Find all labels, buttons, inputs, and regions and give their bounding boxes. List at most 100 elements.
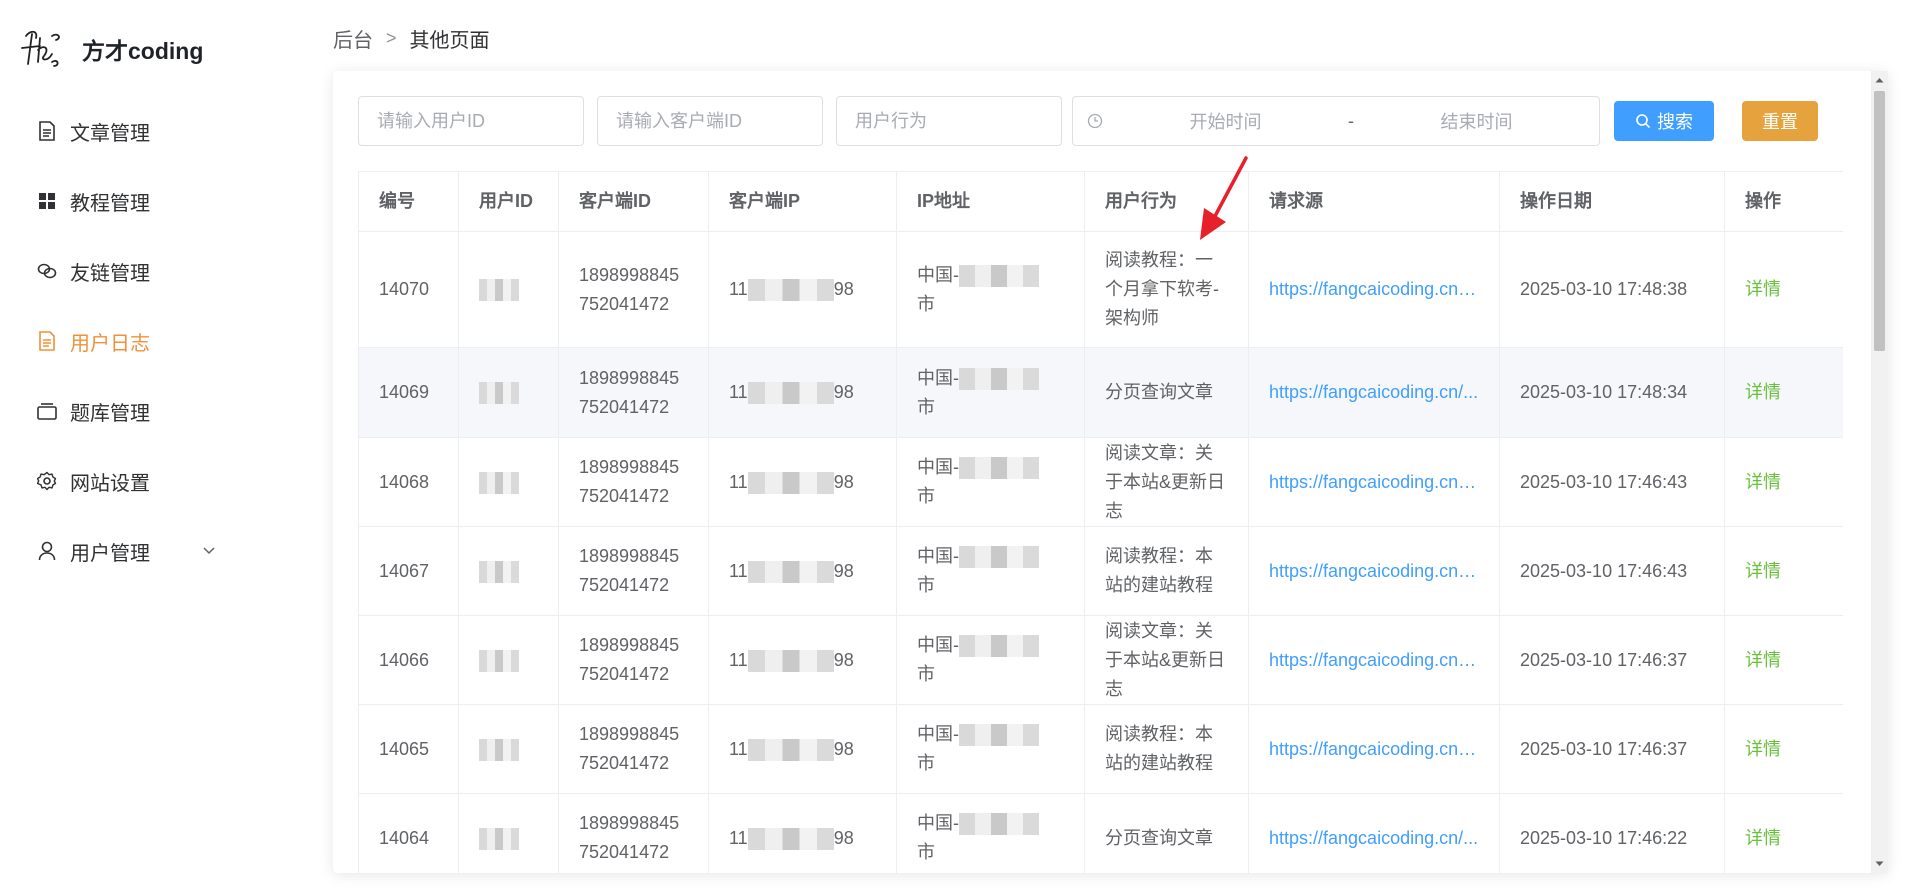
cell-client-ip: 11 98 (708, 347, 897, 438)
sidebar-item-user-management[interactable]: 用户管理 (0, 516, 300, 586)
grid-icon (36, 190, 58, 212)
table-row[interactable]: 14064 1898998845752041472 11 98 中国- 市 分页查询… (358, 793, 1843, 873)
cell-id: 14067 (358, 526, 459, 616)
redacted-block (959, 457, 1039, 480)
location-suffix: 市 (917, 664, 935, 684)
end-time-input[interactable]: 结束时间 (1354, 108, 1599, 134)
cell-date: 2025-03-10 17:48:38 (1499, 231, 1725, 348)
breadcrumb-separator: > (386, 28, 397, 48)
redacted-block (747, 649, 834, 672)
clock-icon (1087, 113, 1103, 129)
redacted-block (479, 738, 519, 761)
scrollbar-thumb[interactable] (1874, 91, 1885, 351)
cell-source-link[interactable]: https://fangcaicoding.cn/cc (1248, 526, 1500, 616)
location-prefix: 中国- (917, 546, 959, 566)
cell-source-link[interactable]: https://fangcaicoding.cn/cc (1248, 231, 1500, 348)
cell-user-id-redacted (458, 615, 559, 705)
cell-source-link[interactable]: https://fangcaicoding.cn/cc (1248, 437, 1500, 527)
details-link[interactable]: 详情 (1724, 526, 1843, 616)
column-header: 客户端ID (558, 171, 709, 232)
ip-prefix: 11 (729, 471, 748, 492)
ip-suffix: 98 (833, 382, 854, 402)
table-row[interactable]: 14070 1898998845752041472 11 98 中国- 市 阅读教程… (358, 231, 1843, 348)
cell-action: 阅读文章：关于本站&更新日志 (1084, 437, 1249, 527)
location-prefix: 中国- (917, 813, 959, 833)
brand-logo (21, 30, 60, 67)
search-button[interactable]: 搜索 (1614, 101, 1714, 141)
breadcrumb-root[interactable]: 后台 (333, 24, 373, 53)
log-table-container: 编号 用户ID 客户端ID 客户端IP IP地址 用户行为 请求源 操作日期 操… (358, 171, 1843, 873)
cell-action: 阅读教程：本站的建站教程 (1084, 526, 1249, 616)
date-range-picker[interactable]: 开始时间 - 结束时间 (1072, 96, 1600, 146)
sidebar-item-links[interactable]: 友链管理 (0, 236, 300, 306)
scroll-up-arrow-icon[interactable] (1874, 75, 1885, 85)
action-input[interactable] (836, 96, 1062, 146)
cell-ip-location: 中国- 市 (896, 793, 1085, 873)
sidebar-item-question-bank[interactable]: 题库管理 (0, 376, 300, 446)
location-prefix: 中国- (917, 724, 959, 744)
gear-icon (36, 470, 58, 492)
details-link[interactable]: 详情 (1724, 231, 1843, 348)
sidebar-menu: 文章管理 教程管理 友链管理 用户日志 题库管理 网站设置 用户管理 (0, 96, 300, 586)
search-icon (1636, 114, 1651, 129)
location-prefix: 中国- (917, 264, 959, 285)
sidebar-item-user-logs[interactable]: 用户日志 (0, 306, 300, 376)
sidebar-item-articles[interactable]: 文章管理 (0, 96, 300, 166)
table-row[interactable]: 14065 1898998845752041472 11 98 中国- 市 阅读教程… (358, 704, 1843, 794)
cell-source-link[interactable]: https://fangcaicoding.cn/cc (1248, 615, 1500, 705)
redacted-block (959, 546, 1039, 569)
table-row[interactable]: 14067 1898998845752041472 11 98 中国- 市 阅读教程… (358, 526, 1843, 616)
cell-client-id: 1898998845752041472 (558, 231, 709, 348)
column-header: 请求源 (1248, 171, 1500, 232)
cell-date: 2025-03-10 17:46:37 (1499, 704, 1725, 794)
cell-client-id: 1898998845752041472 (558, 526, 709, 616)
sidebar-item-tutorials[interactable]: 教程管理 (0, 166, 300, 236)
client-id-input[interactable] (597, 96, 823, 146)
reset-button[interactable]: 重置 (1742, 101, 1818, 141)
user-id-input[interactable] (358, 96, 584, 146)
details-link[interactable]: 详情 (1724, 704, 1843, 794)
table-row[interactable]: 14069 1898998845752041472 11 98 中国- 市 分页查询… (358, 347, 1843, 438)
column-header: 操作 (1724, 171, 1843, 232)
box-icon (36, 400, 58, 422)
location-suffix: 市 (917, 486, 935, 506)
chevron-down-icon[interactable] (202, 543, 216, 557)
ip-suffix: 98 (833, 649, 854, 670)
cell-client-id: 1898998845752041472 (558, 704, 709, 794)
redacted-block (479, 279, 519, 302)
vertical-scrollbar[interactable] (1871, 71, 1888, 873)
details-link[interactable]: 详情 (1724, 615, 1843, 705)
table-row[interactable]: 14066 1898998845752041472 11 98 中国- 市 阅读文章… (358, 615, 1843, 705)
document-icon (36, 120, 58, 142)
cell-client-ip: 11 98 (708, 704, 897, 794)
cell-action: 阅读教程：本站的建站教程 (1084, 704, 1249, 794)
redacted-block (747, 827, 834, 850)
cell-user-id-redacted (458, 347, 559, 438)
sidebar-item-site-settings[interactable]: 网站设置 (0, 446, 300, 516)
details-link[interactable]: 详情 (1724, 347, 1843, 438)
start-time-input[interactable]: 开始时间 (1103, 108, 1348, 134)
redacted-block (747, 382, 834, 405)
column-header: 用户ID (458, 171, 559, 232)
cell-source-link[interactable]: https://fangcaicoding.cn/cc (1248, 704, 1500, 794)
cell-date: 2025-03-10 17:46:22 (1499, 793, 1725, 873)
cell-source-link[interactable]: https://fangcaicoding.cn/... (1248, 793, 1500, 873)
ip-prefix: 11 (729, 649, 748, 670)
user-icon (36, 540, 58, 562)
column-header: IP地址 (896, 171, 1085, 232)
ip-prefix: 11 (729, 738, 748, 759)
cell-date: 2025-03-10 17:48:34 (1499, 347, 1725, 438)
cell-user-id-redacted (458, 231, 559, 348)
details-link[interactable]: 详情 (1724, 793, 1843, 873)
details-link[interactable]: 详情 (1724, 437, 1843, 527)
redacted-block (959, 367, 1039, 390)
sidebar-item-label: 教程管理 (70, 192, 150, 215)
brand[interactable]: 方才coding (18, 26, 203, 72)
scroll-down-arrow-icon[interactable] (1874, 859, 1885, 869)
ip-prefix: 11 (729, 827, 748, 848)
table-row[interactable]: 14068 1898998845752041472 11 98 中国- 市 阅读文章… (358, 437, 1843, 527)
cell-source-link[interactable]: https://fangcaicoding.cn/... (1248, 347, 1500, 438)
redacted-block (747, 279, 834, 302)
cell-client-ip: 11 98 (708, 231, 897, 348)
reset-button-label: 重置 (1762, 112, 1798, 132)
